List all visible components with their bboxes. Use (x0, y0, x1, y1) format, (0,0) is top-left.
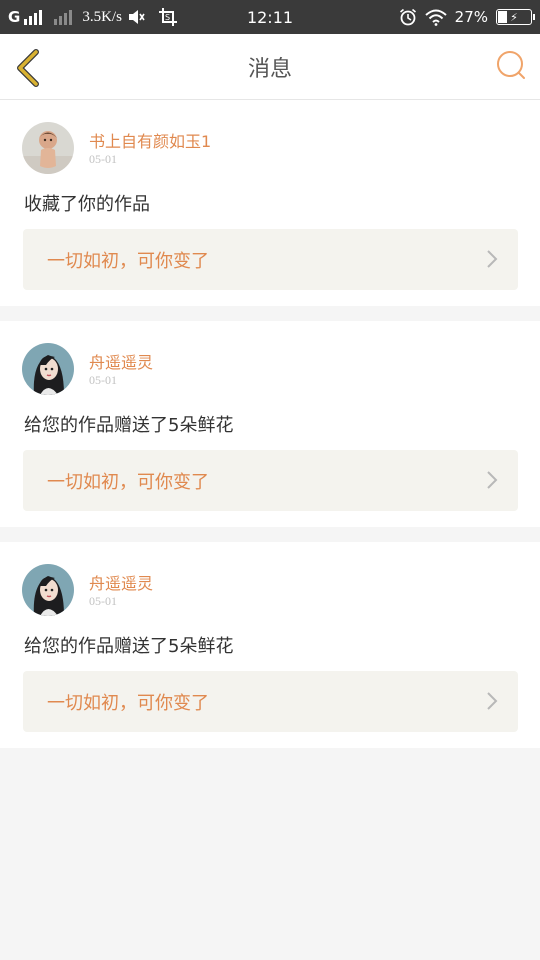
work-title: 一切如初，可你变了 (47, 471, 209, 493)
carrier-label: G (8, 8, 21, 26)
doll-avatar-icon (22, 122, 74, 174)
message-list: 书上自有颜如玉1 05-01 收藏了你的作品 一切如初，可你变了 舟遥遥灵 05… (0, 100, 540, 763)
signal-strength-icon (24, 9, 43, 25)
network-speed: 3.5K/s (82, 8, 122, 25)
avatar[interactable] (22, 122, 74, 174)
mute-icon (128, 10, 145, 24)
message-date: 05-01 (89, 373, 117, 387)
wifi-icon (424, 9, 447, 26)
signal-strength-secondary-icon (54, 9, 73, 25)
search-button[interactable] (496, 50, 526, 82)
username[interactable]: 书上自有颜如玉1 (89, 128, 211, 152)
app-header: 消息 (0, 34, 540, 100)
chevron-right-icon (487, 250, 498, 268)
chevron-right-icon (487, 692, 498, 710)
work-title: 一切如初，可你变了 (47, 250, 209, 272)
avatar[interactable] (22, 343, 74, 395)
girl-avatar-icon (22, 343, 74, 395)
message-date: 05-01 (89, 594, 117, 608)
page-title: 消息 (247, 57, 292, 82)
message-card: 书上自有颜如玉1 05-01 收藏了你的作品 一切如初，可你变了 (0, 100, 540, 306)
back-button[interactable] (12, 48, 48, 88)
status-bar: G 3.5K/s S 12:11 27% ⚡ (0, 0, 540, 34)
avatar[interactable] (22, 564, 74, 616)
message-text: 给您的作品赠送了5朵鲜花 (24, 636, 234, 657)
username[interactable]: 舟遥遥灵 (89, 349, 153, 373)
chevron-right-icon (487, 471, 498, 489)
message-text: 收藏了你的作品 (24, 194, 150, 215)
status-left: G 3.5K/s S (8, 0, 178, 34)
work-link[interactable]: 一切如初，可你变了 (23, 450, 518, 511)
girl-avatar-icon (22, 564, 74, 616)
message-text: 给您的作品赠送了5朵鲜花 (24, 415, 234, 436)
work-link[interactable]: 一切如初，可你变了 (23, 229, 518, 290)
battery-icon: ⚡ (496, 9, 535, 25)
message-card: 舟遥遥灵 05-01 给您的作品赠送了5朵鲜花 一切如初，可你变了 (0, 542, 540, 748)
svg-text:S: S (165, 13, 170, 22)
status-right: 27% ⚡ (399, 0, 535, 34)
search-icon (497, 51, 525, 79)
alarm-icon (399, 8, 416, 26)
message-date: 05-01 (89, 152, 117, 166)
username[interactable]: 舟遥遥灵 (89, 570, 153, 594)
battery-percentage: 27% (454, 8, 488, 26)
work-title: 一切如初，可你变了 (47, 692, 209, 714)
work-link[interactable]: 一切如初，可你变了 (23, 671, 518, 732)
message-card: 舟遥遥灵 05-01 给您的作品赠送了5朵鲜花 一切如初，可你变了 (0, 321, 540, 527)
chevron-left-icon (17, 49, 39, 87)
screenshot-icon: S (158, 8, 177, 26)
